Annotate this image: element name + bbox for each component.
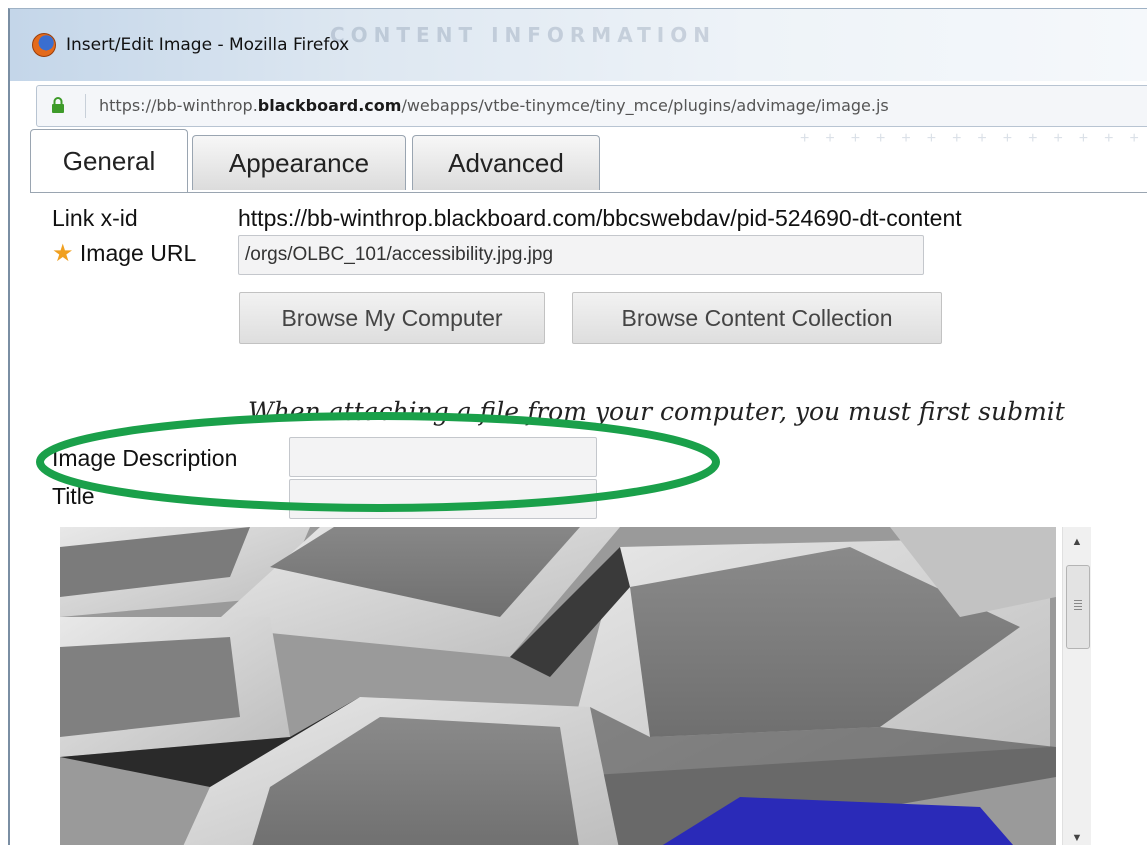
lock-icon <box>52 97 64 113</box>
link-xid-label: Link x-id <box>52 205 138 231</box>
address-separator <box>85 94 86 118</box>
scroll-thumb[interactable] <box>1066 565 1090 649</box>
tab-divider <box>30 192 1147 193</box>
required-star-icon: ★ <box>52 240 74 267</box>
preview-scrollbar[interactable]: ▲ ▼ <box>1062 527 1091 845</box>
image-url-label: Image URL <box>79 240 197 266</box>
url-prefix: https://bb-winthrop. <box>99 96 258 115</box>
browse-my-computer-button[interactable]: Browse My Computer <box>239 292 545 344</box>
tab-appearance[interactable]: Appearance <box>192 135 406 190</box>
url-text[interactable]: https://bb-winthrop.blackboard.com/webap… <box>99 96 889 115</box>
image-url-label-group: ★ Image URL <box>52 239 196 268</box>
tab-general[interactable]: General <box>30 129 188 192</box>
keyboard-photo <box>60 527 1056 845</box>
background-caption: CONTENT INFORMATION <box>330 23 716 47</box>
grip-icon <box>1074 600 1082 610</box>
url-path: /webapps/vtbe-tinymce/tiny_mce/plugins/a… <box>401 96 889 115</box>
highlight-ellipse <box>36 412 720 512</box>
scroll-up-icon[interactable]: ▲ <box>1063 531 1091 553</box>
window-title: Insert/Edit Image - Mozilla Firefox <box>66 35 350 55</box>
browse-content-collection-button[interactable]: Browse Content Collection <box>572 292 942 344</box>
address-bar[interactable]: https://bb-winthrop.blackboard.com/webap… <box>36 85 1147 127</box>
image-url-input[interactable]: /orgs/OLBC_101/accessibility.jpg.jpg <box>238 235 924 275</box>
decorative-pattern: ++++++++++++++++++++++++++++++++++++++++… <box>800 130 1147 147</box>
url-domain: blackboard.com <box>257 96 402 115</box>
link-xid-value: https://bb-winthrop.blackboard.com/bbcsw… <box>238 205 962 231</box>
scroll-down-icon[interactable]: ▼ <box>1063 827 1091 845</box>
tab-advanced[interactable]: Advanced <box>412 135 600 190</box>
window-titlebar: CONTENT INFORMATION Insert/Edit Image - … <box>10 9 1147 81</box>
firefox-window: CONTENT INFORMATION Insert/Edit Image - … <box>8 8 1147 845</box>
image-preview <box>60 527 1056 845</box>
firefox-icon <box>32 33 56 57</box>
